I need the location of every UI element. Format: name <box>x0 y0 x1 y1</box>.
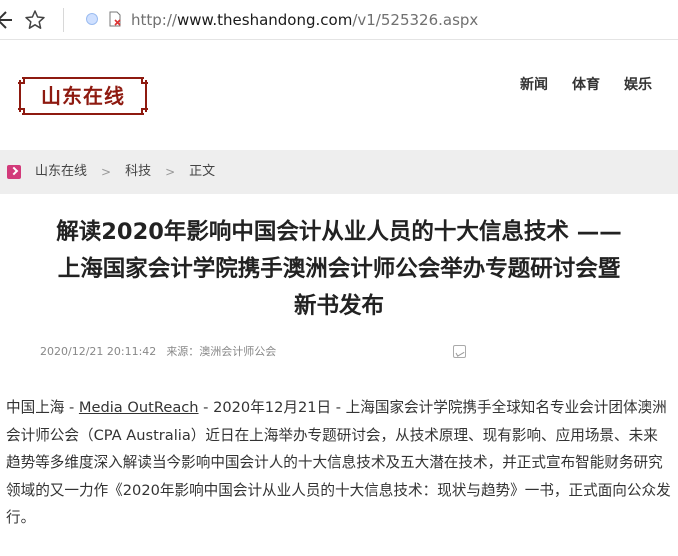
back-arrow-icon[interactable] <box>0 9 14 31</box>
logo-text: 山东在线 <box>41 84 125 108</box>
article-meta: 2020/12/21 20:11:42 来源：澳洲会计师公会 <box>40 344 276 360</box>
article-source: 来源：澳洲会计师公会 <box>166 345 277 358</box>
nav-sports[interactable]: 体育 <box>572 75 600 95</box>
article-date: 2020/12/21 20:11:42 <box>40 345 157 358</box>
nav-news[interactable]: 新闻 <box>520 75 548 95</box>
site-header: 山东在线 新闻 体育 娱乐 <box>0 41 678 149</box>
article-body: 中国上海 - Media OutReach - 2020年12月21日 - 上海… <box>6 394 672 532</box>
site-logo[interactable]: 山东在线 <box>18 77 148 115</box>
favorite-star-icon[interactable] <box>24 9 46 31</box>
url-scheme: http:// <box>131 11 177 29</box>
nav-entertainment[interactable]: 娱乐 <box>624 75 652 95</box>
url-host: www.theshandong.com <box>176 11 353 29</box>
breadcrumb-home[interactable]: 山东在线 <box>35 162 87 182</box>
title-line-3: 新书发布 <box>293 293 384 319</box>
browser-toolbar: http://www.theshandong.com/v1/525326.asp… <box>0 0 678 40</box>
security-indicator-icon[interactable] <box>86 13 98 25</box>
breadcrumb-current: 正文 <box>189 164 216 179</box>
address-bar-url[interactable]: http://www.theshandong.com/v1/525326.asp… <box>131 9 478 31</box>
url-path: /v1/525326.aspx <box>352 11 479 29</box>
body-text: - 2020年12月21日 - 上海国家会计学院携手全球知名专业会计团体澳洲会计… <box>6 399 671 527</box>
share-icon[interactable] <box>453 345 466 358</box>
title-line-1: 解读2020年影响中国会计从业人员的十大信息技术 —— <box>56 219 622 245</box>
media-outreach-link[interactable]: Media OutReach <box>79 399 199 416</box>
title-line-2: 上海国家会计学院携手澳洲会计师公会举办专题研讨会暨 <box>57 256 621 282</box>
breadcrumb-separator: > <box>165 165 176 179</box>
article-title: 解读2020年影响中国会计从业人员的十大信息技术 —— 上海国家会计学院携手澳洲… <box>10 214 668 325</box>
chevron-right-icon <box>7 165 21 179</box>
breadcrumb-tech[interactable]: 科技 <box>125 162 151 182</box>
breadcrumb: 山东在线 > 科技 > 正文 <box>0 150 678 194</box>
body-prefix: 中国上海 - <box>6 399 79 416</box>
main-nav: 新闻 体育 娱乐 <box>520 75 652 95</box>
page-info-icon[interactable] <box>107 11 123 27</box>
breadcrumb-separator: > <box>101 165 112 179</box>
toolbar-divider <box>63 8 64 32</box>
